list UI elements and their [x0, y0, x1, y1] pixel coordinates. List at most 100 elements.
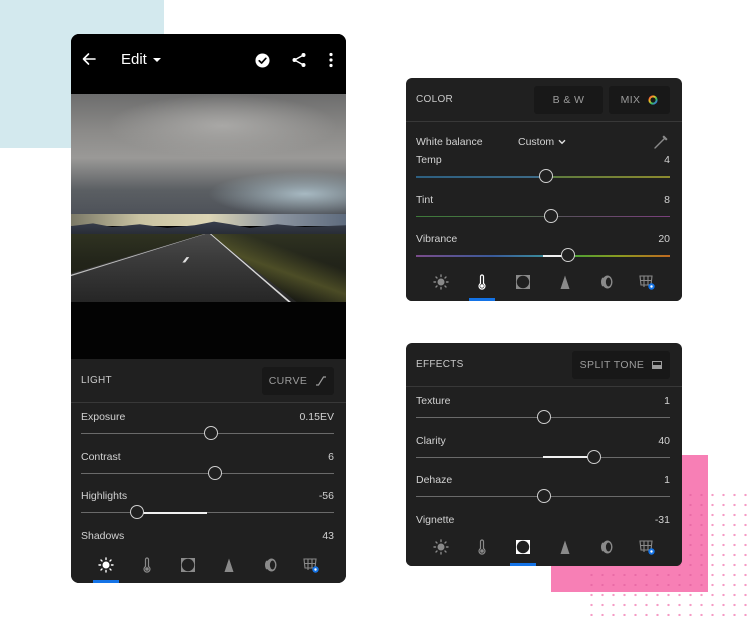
- slider-label: Vignette: [416, 513, 455, 526]
- slider-thumb[interactable]: [537, 410, 552, 424]
- slider-label: Dehaze: [416, 474, 453, 486]
- tab-detail[interactable]: [549, 264, 581, 301]
- slider-tint: Tint 8: [406, 186, 682, 226]
- slider-clarity: Clarity 40: [406, 427, 682, 467]
- arrow-left-icon[interactable]: [81, 51, 97, 67]
- slider-track[interactable]: [81, 505, 334, 519]
- tab-optics[interactable]: [590, 529, 622, 566]
- effects-panel-card: EFFECTS SPLIT TONE Texture 1 Clarity 40 …: [406, 343, 682, 566]
- slider-thumb[interactable]: [586, 449, 601, 464]
- curve-button[interactable]: CURVE: [262, 366, 334, 395]
- split-tone-label: SPLIT TONE: [579, 358, 645, 371]
- slider-value: -31: [654, 513, 670, 526]
- slider-fill: [136, 511, 208, 514]
- edit-tab-bar: [406, 263, 682, 301]
- lens-icon: [265, 558, 277, 571]
- slider-value: 6: [328, 450, 334, 463]
- slider-texture: Texture 1: [406, 387, 682, 427]
- tab-effects[interactable]: [507, 264, 539, 301]
- thermometer-icon: [478, 274, 486, 290]
- slider-thumb[interactable]: [208, 465, 223, 480]
- tab-light[interactable]: [425, 264, 457, 301]
- vignette-frame-icon: [180, 557, 195, 572]
- tab-color[interactable]: [131, 546, 163, 583]
- slider-value: -56: [318, 490, 334, 502]
- slider-exposure: Exposure 0.15EV: [71, 403, 346, 443]
- tab-optics[interactable]: [590, 264, 622, 301]
- slider-label: Tint: [416, 193, 434, 206]
- slider-fill: [543, 254, 564, 257]
- slider-track[interactable]: [416, 169, 670, 183]
- slider-track[interactable]: [416, 449, 670, 464]
- slider-thumb[interactable]: [204, 426, 219, 440]
- geometry-grid-icon: [639, 275, 655, 290]
- slider-track[interactable]: [81, 426, 334, 440]
- tab-effects[interactable]: [172, 546, 204, 583]
- slider-thumb[interactable]: [538, 169, 553, 183]
- slider-vibrance: Vibrance 20: [406, 225, 682, 262]
- tab-geometry[interactable]: [631, 264, 663, 301]
- slider-value: 40: [658, 434, 670, 447]
- slider-track[interactable]: [416, 208, 670, 223]
- sun-icon: [432, 539, 449, 555]
- slider-value: 0.15EV: [299, 411, 334, 423]
- slider-thumb[interactable]: [543, 208, 558, 223]
- photo-canvas[interactable]: [71, 94, 346, 359]
- light-panel-header: LIGHT CURVE: [71, 359, 346, 403]
- color-sliders: Temp 4 Tint 8 Vibrance 20: [406, 146, 682, 262]
- edit-menu[interactable]: Edit: [121, 51, 161, 68]
- tab-color[interactable]: [466, 529, 498, 566]
- slider-contrast: Contrast 6: [71, 443, 346, 483]
- split-tone-icon: [652, 360, 663, 369]
- vignette-frame-icon: [516, 275, 531, 289]
- edit-tab-bar: [406, 528, 682, 566]
- slider-track[interactable]: [416, 489, 670, 503]
- slider-thumb[interactable]: [561, 248, 576, 262]
- tab-geometry[interactable]: [295, 546, 327, 583]
- slider-value: 20: [658, 233, 670, 245]
- tab-detail[interactable]: [549, 529, 581, 566]
- triangle-icon: [560, 275, 570, 289]
- lens-icon: [600, 275, 613, 289]
- chevron-down-icon: [558, 139, 566, 145]
- tab-light[interactable]: [90, 546, 122, 583]
- slider-track[interactable]: [81, 465, 334, 480]
- thermometer-icon: [478, 539, 486, 555]
- slider-label: Clarity: [416, 434, 446, 447]
- color-panel-card: COLOR B & W MIX White balance Custom Tem…: [406, 78, 682, 301]
- slider-temp: Temp 4: [406, 146, 682, 186]
- bw-button[interactable]: B & W: [534, 85, 603, 114]
- edit-title: Edit: [121, 51, 147, 68]
- tab-light[interactable]: [425, 529, 457, 566]
- slider-label: Shadows: [81, 529, 125, 542]
- effects-panel-header: EFFECTS SPLIT TONE: [406, 343, 682, 387]
- slider-highlights: Highlights -56: [71, 482, 346, 522]
- section-title: COLOR: [416, 94, 454, 105]
- light-sliders: Exposure 0.15EV Contrast 6 Highlights -5…: [71, 403, 346, 546]
- caret-down-icon: [152, 57, 161, 62]
- share-icon[interactable]: [291, 52, 307, 68]
- slider-label: Texture: [416, 395, 451, 407]
- tab-effects[interactable]: [507, 529, 539, 566]
- split-tone-button[interactable]: SPLIT TONE: [572, 350, 670, 379]
- more-vertical-icon[interactable]: [327, 52, 335, 68]
- mix-label: MIX: [620, 93, 641, 106]
- check-circle-icon[interactable]: [255, 53, 270, 68]
- slider-label: Temp: [416, 154, 442, 166]
- tab-geometry[interactable]: [631, 529, 663, 566]
- color-mode-buttons: B & W MIX: [534, 85, 670, 114]
- tab-color[interactable]: [466, 264, 498, 301]
- slider-label: Exposure: [81, 411, 126, 423]
- slider-thumb[interactable]: [129, 505, 144, 519]
- slider-track[interactable]: [416, 248, 670, 262]
- mix-button[interactable]: MIX: [609, 85, 670, 114]
- slider-track[interactable]: [416, 410, 670, 424]
- slider-thumb[interactable]: [537, 489, 552, 503]
- geometry-grid-icon: [639, 540, 655, 555]
- effects-sliders: Texture 1 Clarity 40 Dehaze 1 Vignette -…: [406, 387, 682, 545]
- tab-detail[interactable]: [213, 546, 245, 583]
- photo-road-landscape: [71, 94, 346, 302]
- tab-optics[interactable]: [254, 546, 286, 583]
- color-wheel-icon: [648, 94, 659, 105]
- curve-icon: [316, 375, 327, 386]
